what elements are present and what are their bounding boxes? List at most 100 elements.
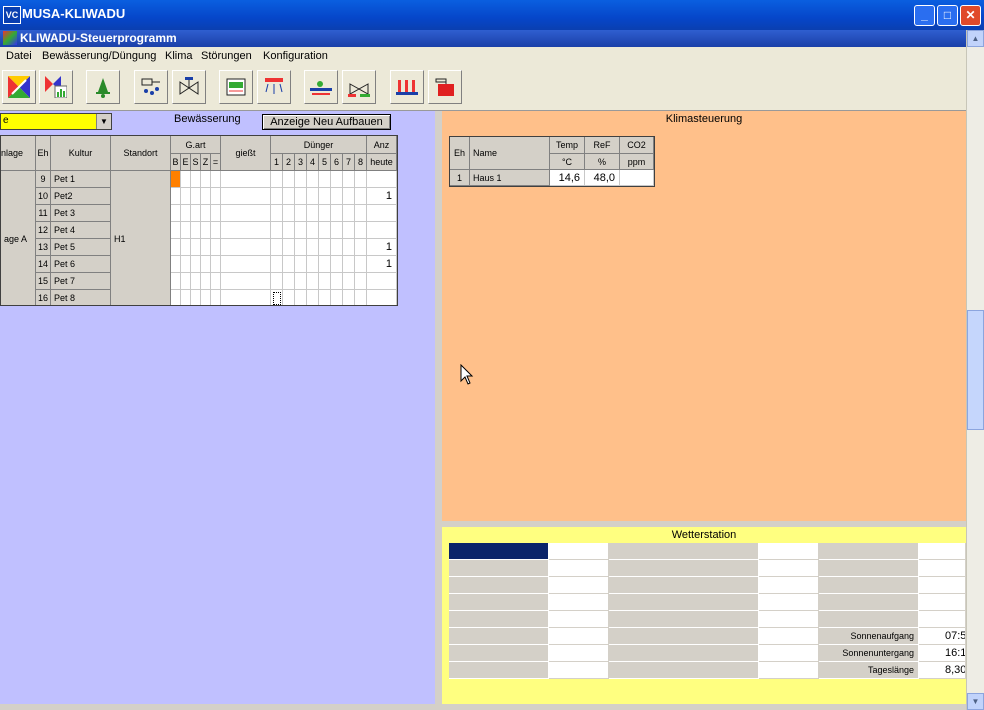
duenger-cell[interactable] — [283, 188, 295, 205]
duenger-cell[interactable] — [319, 239, 331, 256]
duenger-cell[interactable] — [283, 290, 295, 305]
duenger-cell[interactable] — [355, 188, 367, 205]
duenger-cell[interactable] — [355, 239, 367, 256]
duenger-cell[interactable] — [271, 256, 283, 273]
duenger-cell[interactable] — [307, 290, 319, 305]
duenger-cell[interactable] — [295, 273, 307, 290]
gart-cell[interactable] — [201, 205, 211, 222]
duenger-cell[interactable] — [307, 171, 319, 188]
duenger-cell[interactable] — [331, 290, 343, 305]
gart-cell[interactable] — [201, 290, 211, 305]
wizard-button[interactable] — [2, 70, 36, 104]
duenger-cell[interactable] — [343, 256, 355, 273]
gart-cell[interactable] — [201, 222, 211, 239]
gart-cell[interactable] — [211, 273, 221, 290]
giesst-cell[interactable] — [221, 239, 271, 256]
gart-cell[interactable] — [191, 188, 201, 205]
gart-cell[interactable] — [191, 205, 201, 222]
title-bar[interactable]: VC MUSA-KLIWADU _ □ ✕ — [0, 0, 984, 30]
duenger-cell[interactable] — [355, 205, 367, 222]
gart-cell[interactable] — [181, 256, 191, 273]
gart-cell[interactable] — [201, 171, 211, 188]
gart-cell[interactable] — [171, 188, 181, 205]
duenger-cell[interactable] — [331, 171, 343, 188]
duenger-cell[interactable] — [331, 256, 343, 273]
gart-cell[interactable] — [191, 239, 201, 256]
duenger-cell[interactable] — [343, 171, 355, 188]
duenger-cell[interactable] — [283, 222, 295, 239]
duenger-cell[interactable] — [295, 205, 307, 222]
gart-cell[interactable] — [211, 239, 221, 256]
duenger-cell[interactable] — [319, 171, 331, 188]
climate-co2-cell[interactable] — [620, 170, 654, 186]
gart-cell[interactable] — [211, 171, 221, 188]
duenger-cell[interactable] — [295, 239, 307, 256]
duenger-cell[interactable] — [271, 239, 283, 256]
gart-cell[interactable] — [191, 171, 201, 188]
gart-cell[interactable] — [171, 290, 181, 305]
gart-cell[interactable] — [171, 273, 181, 290]
duenger-cell[interactable] — [355, 171, 367, 188]
duenger-cell[interactable] — [331, 188, 343, 205]
duenger-cell[interactable] — [295, 290, 307, 305]
gart-cell[interactable] — [211, 290, 221, 305]
gart-cell[interactable] — [181, 222, 191, 239]
duenger-cell[interactable] — [343, 188, 355, 205]
duenger-cell[interactable] — [355, 290, 367, 305]
giesst-cell[interactable] — [221, 188, 271, 205]
duenger-cell[interactable] — [283, 239, 295, 256]
gart-cell[interactable] — [181, 171, 191, 188]
gart-cell[interactable] — [171, 205, 181, 222]
minimize-button[interactable]: _ — [914, 5, 935, 26]
gart-cell[interactable] — [211, 205, 221, 222]
duenger-cell[interactable] — [271, 188, 283, 205]
duenger-cell[interactable] — [355, 222, 367, 239]
gart-cell[interactable] — [191, 256, 201, 273]
gart-cell[interactable] — [211, 188, 221, 205]
duenger-cell[interactable] — [331, 273, 343, 290]
gart-cell[interactable] — [191, 222, 201, 239]
duenger-cell[interactable] — [295, 222, 307, 239]
gart-cell[interactable] — [201, 239, 211, 256]
duenger-cell[interactable] — [343, 239, 355, 256]
duenger-cell[interactable] — [331, 205, 343, 222]
gart-cell[interactable] — [171, 239, 181, 256]
duenger-cell[interactable] — [283, 171, 295, 188]
chevron-down-icon[interactable]: ▼ — [96, 114, 111, 129]
duenger-cell[interactable] — [319, 222, 331, 239]
duenger-cell[interactable] — [319, 273, 331, 290]
gart-cell[interactable] — [201, 256, 211, 273]
gart-cell[interactable] — [181, 273, 191, 290]
scroll-down-icon[interactable]: ▼ — [967, 693, 984, 710]
duenger-cell[interactable] — [307, 188, 319, 205]
duenger-cell[interactable] — [307, 205, 319, 222]
close-button[interactable]: ✕ — [960, 5, 981, 26]
giesst-cell[interactable] — [221, 205, 271, 222]
valve-station-button[interactable] — [342, 70, 376, 104]
duenger-cell[interactable] — [271, 273, 283, 290]
menu-stoerungen[interactable]: Störungen — [201, 50, 252, 62]
gart-cell[interactable] — [201, 273, 211, 290]
duenger-cell[interactable] — [271, 290, 283, 305]
duenger-cell[interactable] — [307, 273, 319, 290]
maximize-button[interactable]: □ — [937, 5, 958, 26]
giesst-cell[interactable] — [221, 290, 271, 305]
duenger-cell[interactable] — [307, 256, 319, 273]
system-select[interactable]: e ▼ — [0, 113, 112, 130]
duenger-cell[interactable] — [271, 171, 283, 188]
rebuild-display-button[interactable]: Anzeige Neu Aufbauen — [262, 114, 391, 130]
duenger-cell[interactable] — [319, 256, 331, 273]
menu-bewaesserung[interactable]: Bewässerung/Düngung — [42, 50, 156, 62]
duenger-cell[interactable] — [307, 222, 319, 239]
duenger-cell[interactable] — [271, 222, 283, 239]
duenger-cell[interactable] — [355, 273, 367, 290]
duenger-cell[interactable] — [343, 273, 355, 290]
gart-cell[interactable] — [171, 171, 181, 188]
duenger-cell[interactable] — [295, 188, 307, 205]
giesst-cell[interactable] — [221, 273, 271, 290]
scroll-up-icon[interactable]: ▲ — [967, 30, 984, 47]
climate-ref-cell[interactable]: 48,0 — [585, 170, 620, 186]
controller-button[interactable] — [219, 70, 253, 104]
duenger-cell[interactable] — [283, 205, 295, 222]
duenger-cell[interactable] — [355, 256, 367, 273]
